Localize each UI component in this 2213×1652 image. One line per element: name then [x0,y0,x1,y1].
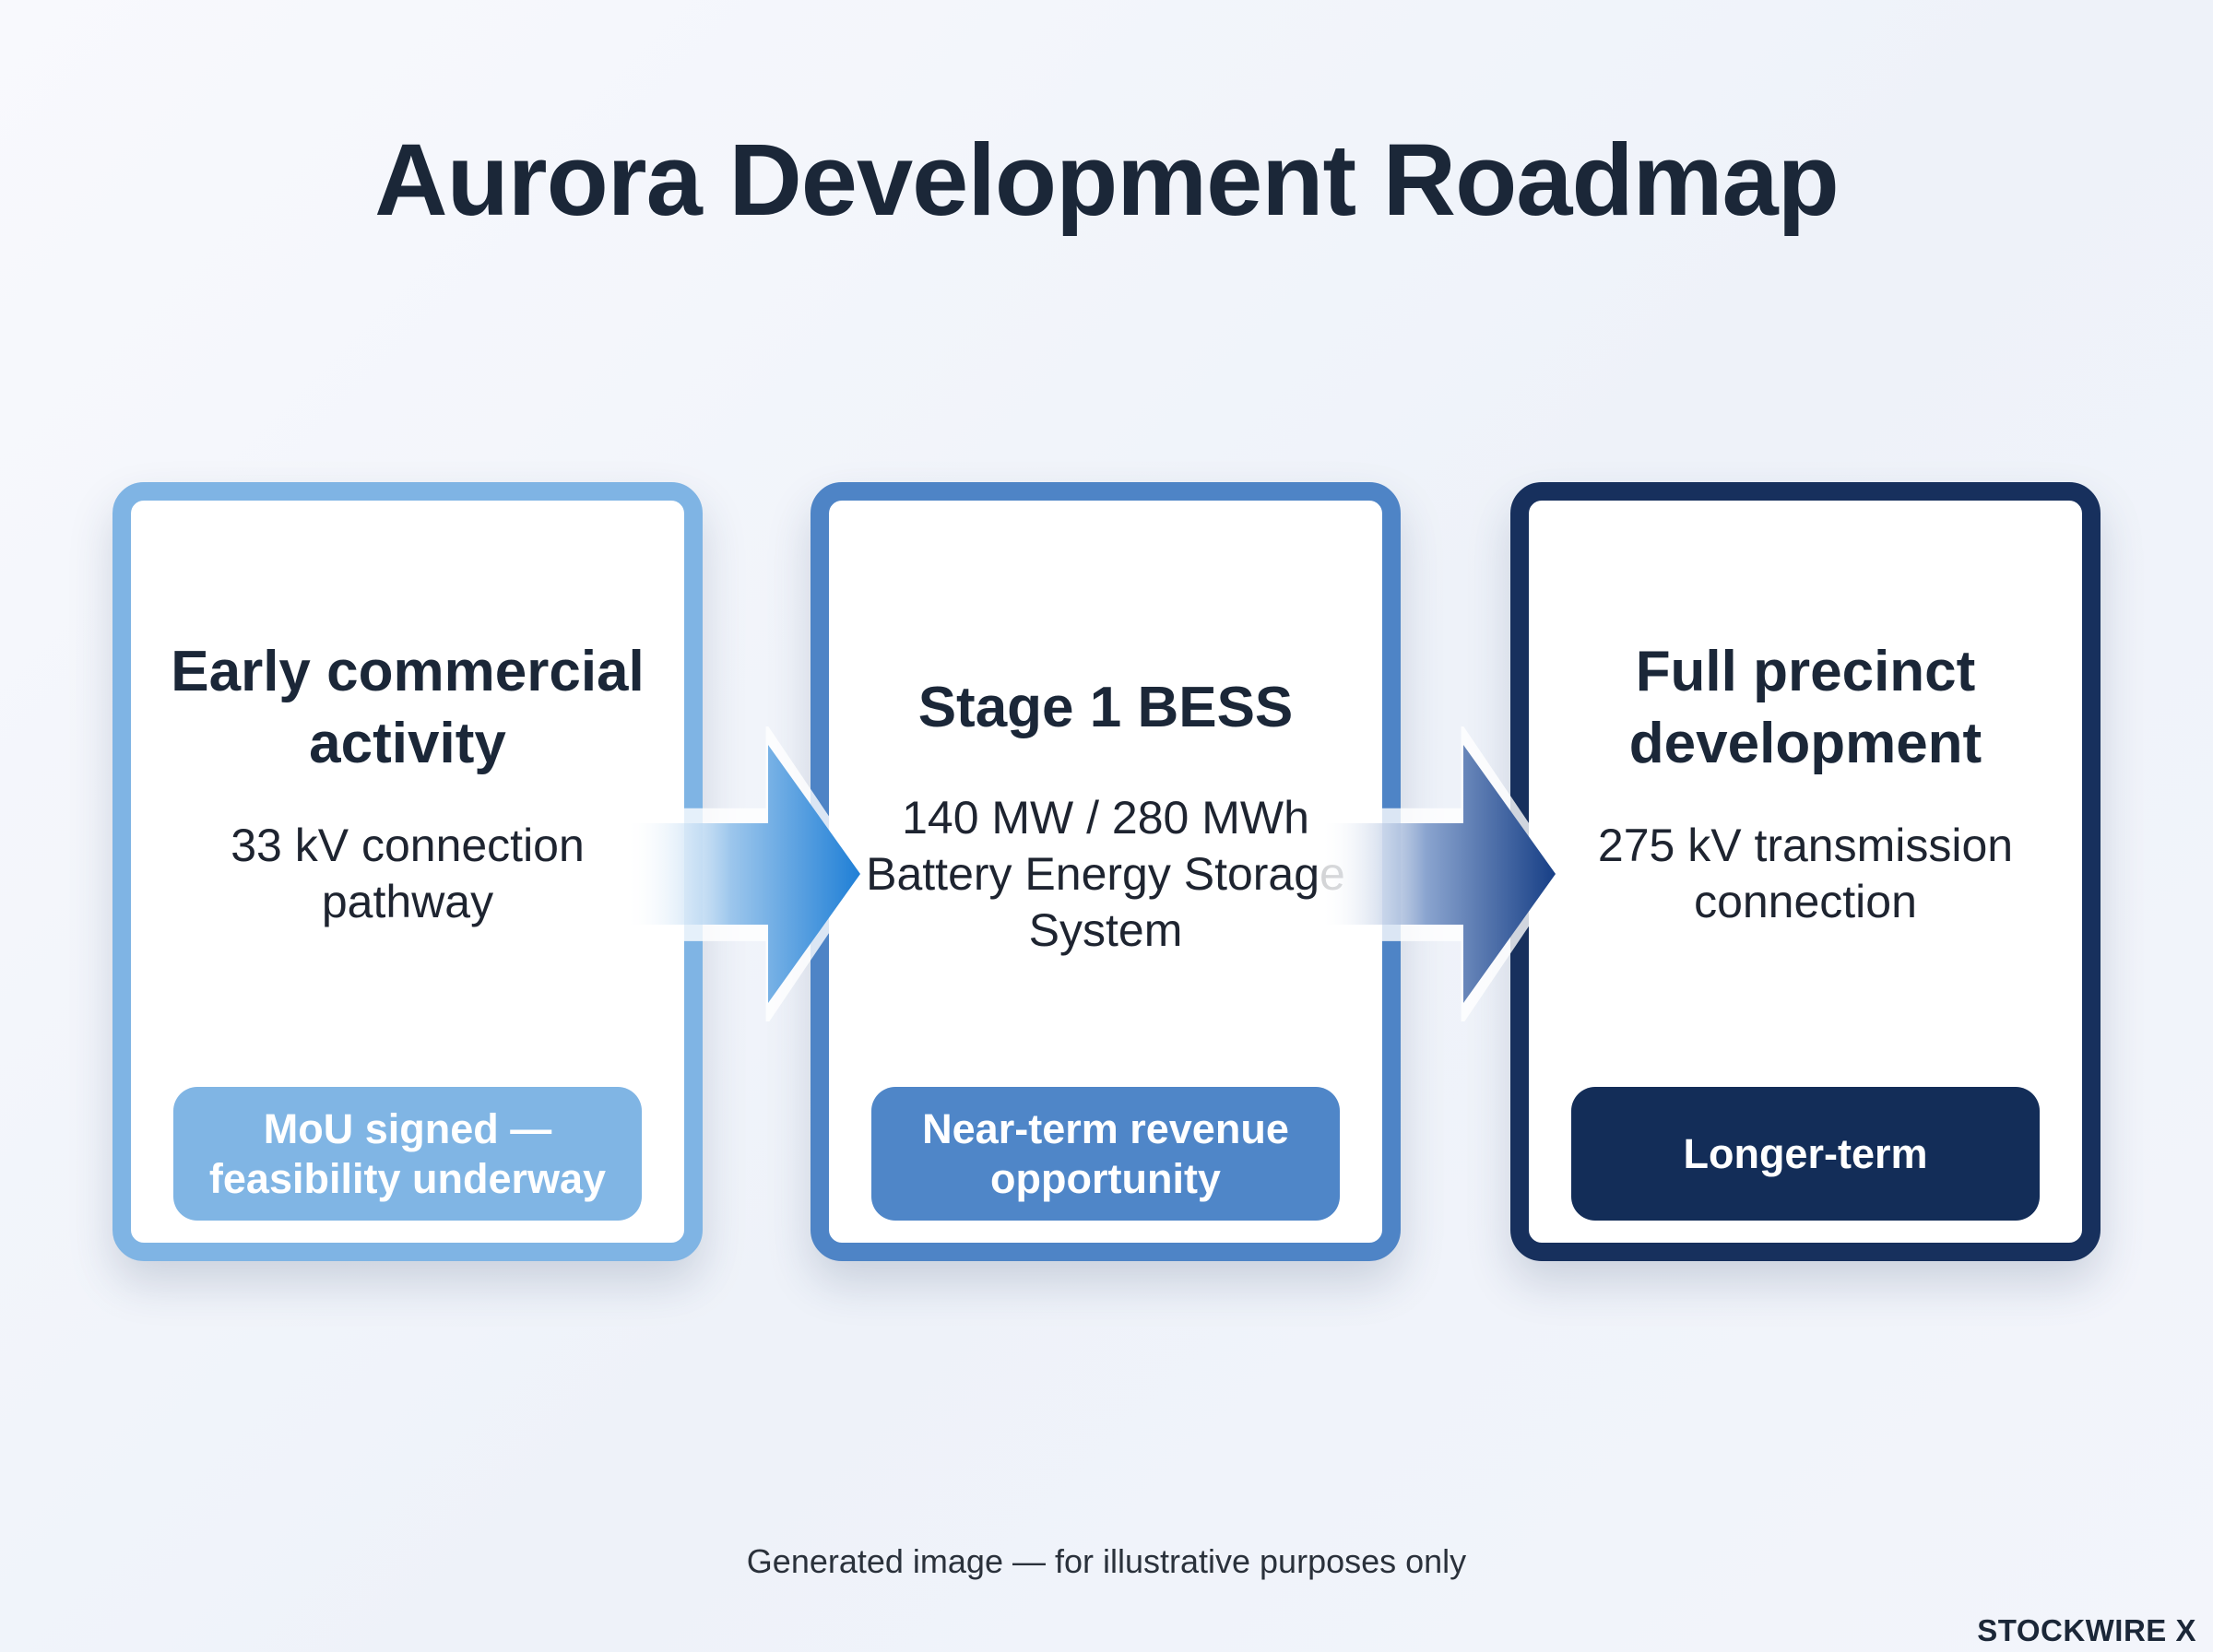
disclaimer-note: Generated image — for illustrative purpo… [746,1542,1467,1580]
arrow-right-icon [625,726,865,1021]
stage-card-stage-1-bess: Stage 1 BESS 140 MW / 280 MWh Battery En… [811,482,1401,1261]
stage-title: Full precinct development [1628,640,1982,775]
stage-status-badge: MoU signed — feasibility underway [173,1087,642,1221]
arrow-right-icon [1320,726,1560,1021]
stage-title: Stage 1 BESS [917,676,1294,739]
brand-logo: STOCKWIRE X [1977,1613,2196,1647]
page-title: Aurora Development Roadmap [374,124,1840,237]
stage-card-early-commercial: Early commercial activity 33 kV connecti… [112,482,703,1261]
stage-description: 140 MW / 280 MWh Battery Energy Storage … [866,791,1345,956]
stage-description: 33 kV connection pathway [231,820,585,927]
stage-card-full-precinct: Full precinct development 275 kV transmi… [1510,482,2101,1261]
stage-title: Early commercial activity [171,640,645,775]
stage-description: 275 kV transmission connection [1597,820,2014,927]
stage-status-badge: Longer-term [1571,1087,2040,1221]
stage-status-badge: Near-term revenue opportunity [871,1087,1340,1221]
